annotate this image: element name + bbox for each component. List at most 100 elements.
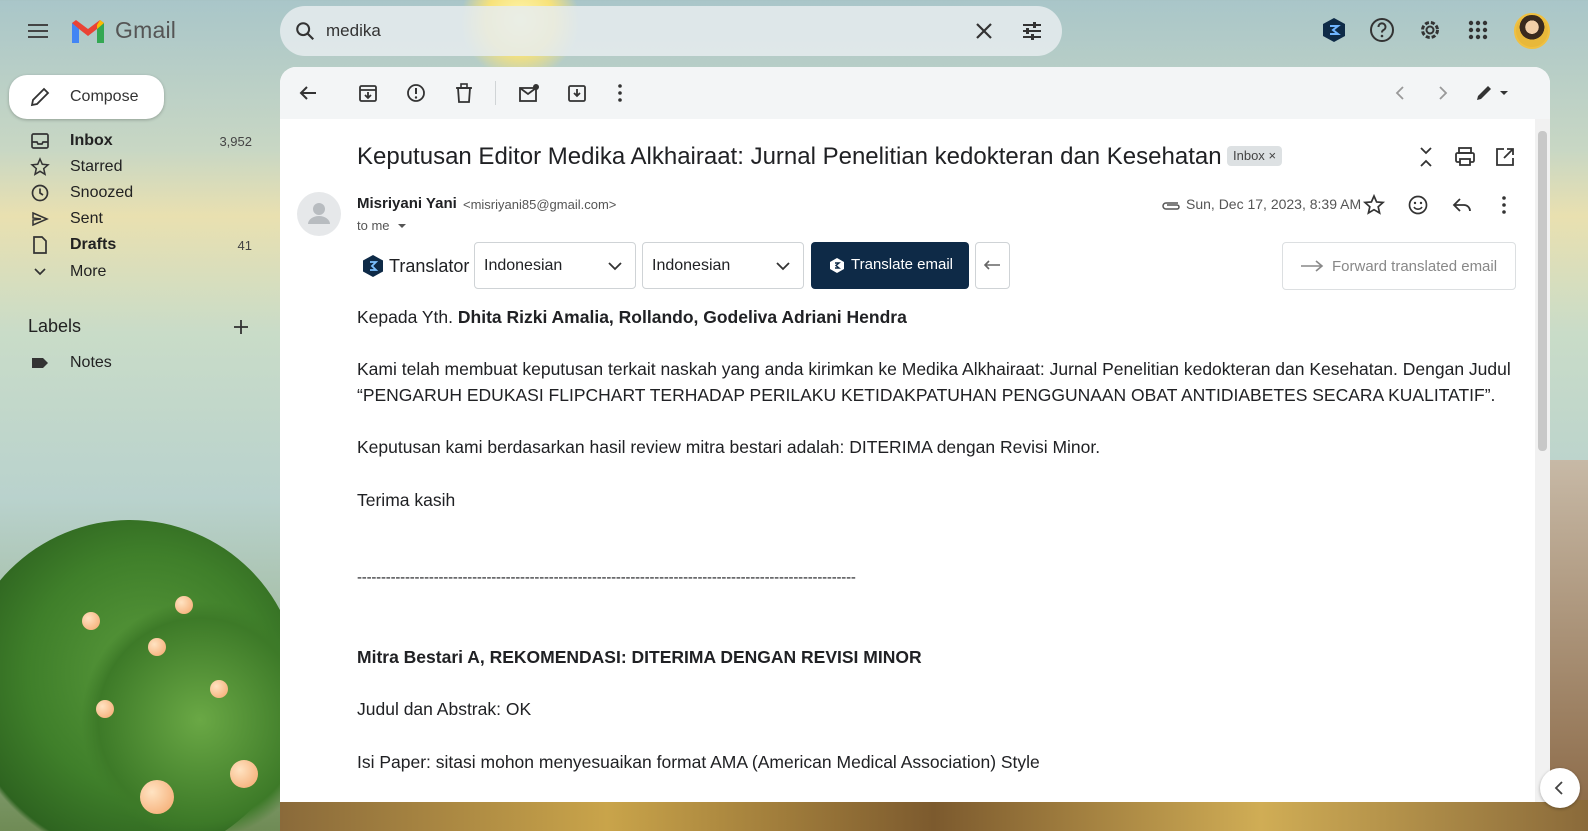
archive-icon[interactable] <box>356 81 380 105</box>
sender-avatar[interactable] <box>297 192 341 236</box>
scrollbar-thumb[interactable] <box>1538 131 1547 451</box>
wallpaper-house <box>1550 460 1588 800</box>
mark-unread-icon[interactable] <box>517 81 541 105</box>
email-view: Keputusan Editor Medika Alkhairaat: Jurn… <box>280 67 1550 802</box>
sender-name[interactable]: Misriyani Yani <box>357 195 457 212</box>
body-paragraph-decision: Kami telah membuat keputusan terkait nas… <box>357 356 1511 408</box>
back-arrow-icon[interactable] <box>296 81 320 105</box>
apps-grid-icon[interactable] <box>1464 16 1492 44</box>
sidebar-item-inbox[interactable]: Inbox 3,952 <box>0 128 270 154</box>
help-icon[interactable] <box>1368 16 1396 44</box>
source-language-select[interactable]: Indonesian <box>474 242 636 289</box>
target-language-select[interactable]: Indonesian <box>642 242 804 289</box>
sidebar-item-starred[interactable]: Starred <box>0 154 270 180</box>
trash-icon[interactable] <box>452 81 476 105</box>
star-icon <box>30 157 50 176</box>
review-title-abstract: Judul dan Abstrak: OK <box>357 699 532 719</box>
more-vertical-icon[interactable] <box>1492 193 1516 217</box>
chip-label: Inbox <box>1233 148 1265 163</box>
compose-label: Compose <box>70 88 139 105</box>
email-scrollbar[interactable] <box>1535 119 1550 802</box>
report-spam-icon[interactable] <box>404 81 428 105</box>
input-tools-pen-icon[interactable] <box>1474 81 1514 105</box>
gmail-logo-icon <box>72 20 104 43</box>
body-paragraph-result: Keputusan kami berdasarkan hasil review … <box>357 437 1101 457</box>
search-input[interactable] <box>326 19 926 43</box>
inbox-icon <box>31 133 49 149</box>
attachment-icon <box>1162 202 1180 210</box>
wallpaper-fruit <box>230 760 258 788</box>
add-label-icon[interactable] <box>230 316 252 338</box>
sidebar-item-label: Inbox <box>70 132 113 149</box>
labels-heading: Labels <box>28 316 82 336</box>
greeting-prefix: Kepada Yth. <box>357 307 458 327</box>
label-icon <box>32 358 48 368</box>
translator-extension-icon[interactable] <box>1320 16 1348 44</box>
translate-email-label: Translate email <box>851 256 953 273</box>
arrow-left-icon <box>983 260 1000 270</box>
sender-email: <misriyani85@gmail.com> <box>463 197 617 212</box>
wallpaper-fruit <box>96 700 114 718</box>
emoji-reaction-icon[interactable] <box>1406 193 1430 217</box>
search-options-icon[interactable] <box>1020 19 1044 43</box>
review-content: Isi Paper: sitasi mohon menyesuaikan for… <box>357 752 1040 772</box>
sidebar-item-drafts[interactable]: Drafts 41 <box>0 232 270 258</box>
forward-translated-email-label: Forward translated email <box>1332 258 1498 275</box>
forward-translated-email-button[interactable]: Forward translated email <box>1282 242 1516 290</box>
search-icon[interactable] <box>294 20 316 42</box>
more-vertical-icon[interactable] <box>608 81 632 105</box>
arrow-right-icon <box>1301 260 1324 272</box>
newer-chevron-left-icon[interactable] <box>1388 81 1412 105</box>
label-item-label: Notes <box>70 354 112 371</box>
open-new-window-icon[interactable] <box>1493 145 1517 169</box>
greeting-line: Kepada Yth. Dhita Rizki Amalia, Rollando… <box>357 304 907 330</box>
collapse-all-icon[interactable] <box>1414 145 1438 169</box>
sidebar-item-count: 41 <box>237 238 252 253</box>
body-line: Kami telah membuat keputusan terkait nas… <box>357 359 1511 379</box>
reviewer-heading: Mitra Bestari A, REKOMENDASI: DITERIMA D… <box>357 647 922 667</box>
revert-translation-button[interactable] <box>975 242 1010 289</box>
chevron-down-icon <box>776 262 790 271</box>
body-thanks: Terima kasih <box>357 490 456 510</box>
source-language-value: Indonesian <box>484 257 563 274</box>
wallpaper-fruit <box>82 612 100 630</box>
caret-down-icon <box>398 224 407 228</box>
wallpaper-fruit <box>148 638 166 656</box>
reply-icon[interactable] <box>1450 193 1474 217</box>
gear-icon[interactable] <box>1416 16 1444 44</box>
chip-remove-icon[interactable]: × <box>1268 148 1276 163</box>
sidebar-item-label: Starred <box>70 158 123 175</box>
sidebar-item-more[interactable]: More <box>0 259 270 285</box>
pencil-icon <box>30 87 50 107</box>
inbox-label-chip[interactable]: Inbox × <box>1227 146 1283 166</box>
chevron-down-icon <box>34 268 46 276</box>
translator-logo-icon <box>830 258 844 273</box>
greeting-recipients: Dhita Rizki Amalia, Rollando, Godeliva A… <box>457 307 907 327</box>
recipient-details-toggle[interactable]: to me <box>357 218 407 233</box>
chevron-down-icon <box>608 262 622 271</box>
sidebar-item-label: Snoozed <box>70 184 134 201</box>
clear-search-icon[interactable] <box>972 19 996 43</box>
star-icon[interactable] <box>1362 193 1386 217</box>
older-chevron-right-icon[interactable] <box>1431 81 1455 105</box>
sidebar-item-label: Drafts <box>70 236 117 253</box>
wallpaper-ground <box>280 800 1588 831</box>
label-item-notes[interactable]: Notes <box>0 350 270 376</box>
recipient-label: to me <box>357 218 390 233</box>
move-to-icon[interactable] <box>565 81 589 105</box>
sidebar-item-label: Sent <box>70 210 103 227</box>
account-avatar[interactable] <box>1514 13 1550 49</box>
main-menu-button[interactable] <box>26 20 50 44</box>
sidebar-item-snoozed[interactable]: Snoozed <box>0 180 270 206</box>
print-icon[interactable] <box>1453 145 1477 169</box>
send-icon <box>32 211 49 227</box>
side-panel-toggle-button[interactable] <box>1540 768 1580 808</box>
translator-label: Translator <box>389 256 470 276</box>
wallpaper-fruit <box>140 780 174 814</box>
search-bar <box>280 6 1062 56</box>
sidebar-item-sent[interactable]: Sent <box>0 206 270 232</box>
translate-email-button[interactable]: Translate email <box>811 242 969 289</box>
compose-button[interactable]: Compose <box>9 75 164 119</box>
clock-icon <box>31 184 49 202</box>
person-icon <box>308 203 330 224</box>
